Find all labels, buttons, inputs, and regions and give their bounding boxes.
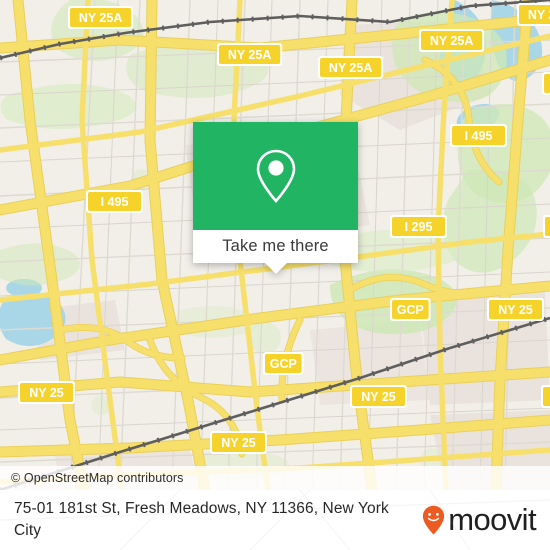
road-shield: NY 25 xyxy=(541,385,550,408)
map-pin-icon xyxy=(256,149,295,203)
road-shield-label: NY 25 xyxy=(221,436,256,450)
road-shield-label: I 495 xyxy=(101,195,129,209)
take-me-there-label: Take me there xyxy=(222,237,329,255)
road-shield: NY 25 xyxy=(350,385,407,408)
footer-watermark xyxy=(0,490,550,550)
map-attribution[interactable]: © OpenStreetMap contributors xyxy=(0,466,550,490)
map-screenshot-root: .rd { fill:none; stroke:#f7df6b; stroke-… xyxy=(0,0,550,550)
footer-bar: 75-01 181st St, Fresh Meadows, NY 11366,… xyxy=(0,490,550,550)
road-shield: GCP xyxy=(543,215,550,238)
take-me-there-button[interactable]: Take me there xyxy=(193,230,358,263)
road-shield: NY 25 xyxy=(487,298,544,321)
road-shield-label: GCP xyxy=(397,303,424,317)
road-shield-label: NY 25A xyxy=(329,61,373,75)
card-pointer xyxy=(265,263,287,274)
road-shield: GCP xyxy=(390,298,431,321)
road-shield-label: I 295 xyxy=(405,220,433,234)
road-shield-label: NY 25A xyxy=(79,11,123,25)
road-shield: NY 25A xyxy=(68,6,134,29)
road-shield-label: I 495 xyxy=(465,129,493,143)
road-shield-label: NY 25A xyxy=(528,8,550,22)
road-shield: I 495 xyxy=(86,190,143,213)
attribution-text: © OpenStreetMap contributors xyxy=(11,471,184,485)
road-shield: I 295 xyxy=(390,215,447,238)
card-header xyxy=(193,122,358,230)
take-me-there-card[interactable]: Take me there xyxy=(193,122,358,274)
road-shield: NY 25A xyxy=(217,43,283,66)
road-shield: NY 25A xyxy=(517,3,550,26)
road-shield: NY 25A xyxy=(318,56,384,79)
road-shield-label: NY 25 xyxy=(29,386,64,400)
road-shield-label: NY 25A xyxy=(228,48,272,62)
road-shield-label: NY 25 xyxy=(361,390,396,404)
road-shield: GCP xyxy=(263,352,304,375)
road-shield-label: NY 25 xyxy=(498,303,533,317)
road-shield-label: GCP xyxy=(270,357,297,371)
road-shield: I 495 xyxy=(542,72,550,95)
road-shield-label: NY 25A xyxy=(430,34,474,48)
road-shield: NY 25 xyxy=(210,431,267,454)
road-shield: I 495 xyxy=(450,124,507,147)
road-shield: NY 25A xyxy=(419,29,485,52)
road-shield: NY 25 xyxy=(18,381,75,404)
